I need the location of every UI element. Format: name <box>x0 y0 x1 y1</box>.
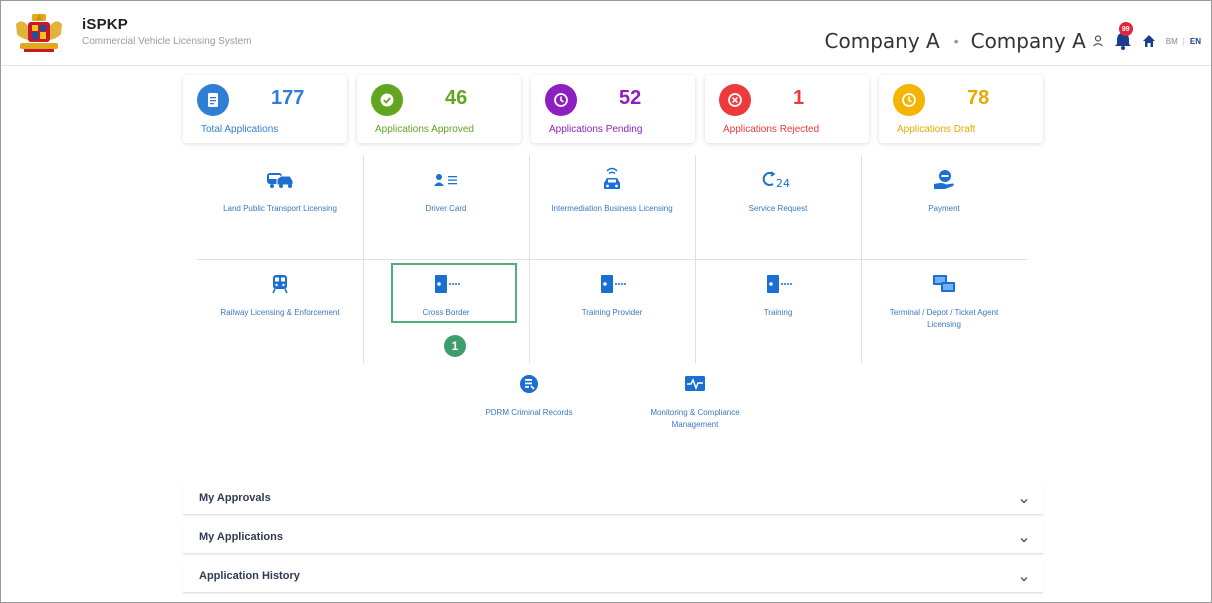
menu-tile-label: Payment <box>928 204 960 213</box>
stat-value: 1 <box>793 87 805 109</box>
driver-card-icon <box>363 169 529 191</box>
menu-tile-label: PDRM Criminal Records <box>485 408 573 417</box>
accordion-title: Application History <box>199 570 300 582</box>
app-frame: iSPKP Commercial Vehicle Licensing Syste… <box>0 0 1212 603</box>
stat-value: 78 <box>967 87 990 109</box>
menu-tile-label: Land Public Transport Licensing <box>223 204 337 213</box>
check-icon <box>371 84 403 116</box>
menu-tile-label: Intermediation Business Licensing <box>551 204 673 213</box>
stat-value: 177 <box>271 87 305 109</box>
history-icon <box>545 84 577 116</box>
lang-en[interactable]: EN <box>1190 37 1201 46</box>
lang-bm[interactable]: BM <box>1166 37 1178 46</box>
stats-row: 177 Total Applications 46 Applications A… <box>183 75 1043 145</box>
menu-tile-service-request[interactable]: 24 Service Request <box>695 155 861 259</box>
chevron-down-icon[interactable] <box>1019 571 1029 589</box>
lang-separator: | <box>1182 36 1185 46</box>
records-icon <box>446 373 612 395</box>
menu-tile-land-public-transport[interactable]: Land Public Transport Licensing <box>197 155 363 259</box>
cancel-icon <box>719 84 751 116</box>
stat-label: Applications Pending <box>549 124 643 135</box>
menu-tile-pdrm[interactable]: PDRM Criminal Records <box>446 363 612 455</box>
menu-tile-terminal[interactable]: Terminal / Depot / Ticket Agent Licensin… <box>861 259 1027 363</box>
menu-tile-label: Training Provider <box>581 308 643 317</box>
menu-tile-label: Service Request <box>748 204 808 213</box>
stat-card-draft[interactable]: 78 Applications Draft <box>879 75 1043 143</box>
terminal-icon <box>861 273 1027 295</box>
menu-tile-intermediation[interactable]: Intermediation Business Licensing <box>529 155 695 259</box>
stat-label: Total Applications <box>201 124 279 135</box>
top-header: iSPKP Commercial Vehicle Licensing Syste… <box>2 2 1211 66</box>
stat-label: Applications Rejected <box>723 124 820 135</box>
stat-label: Applications Draft <box>897 124 976 135</box>
stat-label: Applications Approved <box>375 124 474 135</box>
step-badge: 1 <box>444 335 466 357</box>
train-icon <box>197 273 363 295</box>
menu-tile-label: Driver Card <box>425 204 467 213</box>
stat-card-approved[interactable]: 46 Applications Approved <box>357 75 521 143</box>
monitoring-icon <box>612 373 778 395</box>
notification-bell[interactable]: 99 <box>1112 22 1136 53</box>
user-icon[interactable] <box>1092 35 1104 47</box>
menu-tile-label: Railway Licensing & Enforcement <box>220 308 340 317</box>
door-key-icon <box>695 273 861 295</box>
chevron-down-icon[interactable] <box>1019 493 1029 511</box>
stat-value: 46 <box>445 87 468 109</box>
stat-value: 52 <box>619 87 642 109</box>
separator-dot: • <box>953 33 959 49</box>
menu-tile-label: Training <box>763 308 793 317</box>
door-key-icon <box>529 273 695 295</box>
stat-card-rejected[interactable]: 1 Applications Rejected <box>705 75 869 143</box>
app-subtitle: Commercial Vehicle Licensing System <box>82 36 252 47</box>
menu-tile-payment[interactable]: Payment <box>861 155 1027 259</box>
accordion-title: My Approvals <box>199 492 271 504</box>
accordion-my-applications[interactable]: My Applications <box>183 522 1043 554</box>
step-highlight-box <box>391 263 517 323</box>
app-title: iSPKP <box>82 16 129 33</box>
menu-tile-training-provider[interactable]: Training Provider <box>529 259 695 363</box>
accordion-application-history[interactable]: Application History <box>183 561 1043 593</box>
stat-card-pending[interactable]: 52 Applications Pending <box>531 75 695 143</box>
home-icon[interactable] <box>1142 34 1156 48</box>
menu-tile-driver-card[interactable]: Driver Card <box>363 155 529 259</box>
clock-icon <box>893 84 925 116</box>
crest-logo[interactable] <box>12 12 66 54</box>
svg-text:24: 24 <box>776 177 790 190</box>
menu-tile-monitoring[interactable]: Monitoring & Compliance Management <box>612 363 778 455</box>
chevron-down-icon[interactable] <box>1019 532 1029 550</box>
company-selector[interactable]: Company A <box>971 29 1086 53</box>
company-name-primary: Company A <box>824 29 940 53</box>
payment-hand-icon <box>861 169 1027 191</box>
accordion-my-approvals[interactable]: My Approvals <box>183 483 1043 515</box>
bus-car-icon <box>197 169 363 191</box>
document-icon <box>197 84 229 116</box>
notification-count-badge: 99 <box>1118 22 1133 36</box>
stat-card-total[interactable]: 177 Total Applications <box>183 75 347 143</box>
service-24-icon: 24 <box>695 169 861 191</box>
menu-tile-railway[interactable]: Railway Licensing & Enforcement <box>197 259 363 363</box>
menu-tile-label: Terminal / Depot / Ticket Agent Licensin… <box>889 308 999 329</box>
taxi-signal-icon <box>529 167 695 191</box>
menu-tile-training[interactable]: Training <box>695 259 861 363</box>
accordion-title: My Applications <box>199 531 283 543</box>
menu-tile-label: Monitoring & Compliance Management <box>650 408 740 429</box>
module-menu: Land Public Transport Licensing Driver C… <box>197 155 1027 455</box>
